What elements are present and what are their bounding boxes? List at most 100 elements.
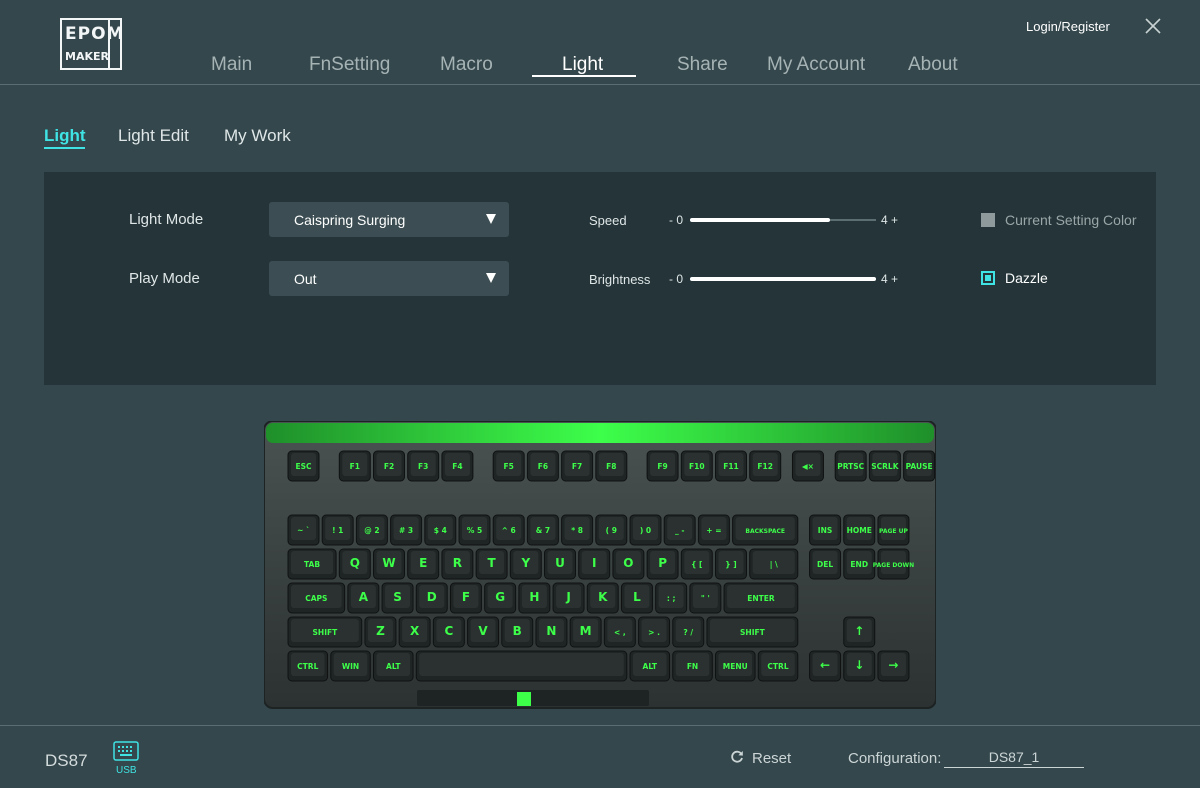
keyboard-key: > .: [638, 616, 671, 648]
key-label: P: [658, 556, 667, 570]
keyboard-key: % 5: [458, 514, 491, 546]
key-label: O: [623, 556, 633, 570]
key-label: ) 0: [640, 526, 651, 535]
key-label: ESC: [295, 462, 312, 471]
keyboard-key: < ,: [603, 616, 636, 648]
key-label: INS: [818, 526, 832, 535]
key-label: FN: [687, 662, 698, 671]
keyboard-key: F8: [595, 450, 628, 482]
subtab-light[interactable]: Light: [44, 126, 86, 146]
keyboard-key: J: [552, 582, 585, 614]
keyboard-key: I: [578, 548, 611, 580]
configuration-field[interactable]: DS87_1: [944, 747, 1084, 768]
keyboard-key: INS: [809, 514, 842, 546]
key-label: S: [393, 590, 402, 604]
key-label: F: [462, 590, 470, 604]
nav-light[interactable]: Light: [562, 54, 603, 76]
keyboard-key: F3: [407, 450, 440, 482]
nav-my-account[interactable]: My Account: [767, 54, 865, 76]
keyboard-key: CTRL: [287, 650, 329, 682]
keyboard-key: U: [544, 548, 576, 580]
keyboard-key: H: [518, 582, 551, 614]
keyboard-key: R: [441, 548, 474, 580]
keyboard-key: F5: [492, 450, 525, 482]
logo-text-2: MAKER: [65, 50, 109, 63]
active-nav-indicator: [532, 75, 636, 77]
dropdown-arrow-icon: [486, 214, 496, 224]
nav-macro[interactable]: Macro: [440, 54, 493, 76]
key-label: & 7: [536, 526, 550, 535]
keyboard-key: ( 9: [595, 514, 628, 546]
speed-decrease[interactable]: - 0: [669, 213, 683, 227]
key-label: _ -: [675, 526, 684, 535]
subtab-my-work[interactable]: My Work: [224, 126, 291, 146]
usb-label: USB: [116, 765, 137, 776]
reset-button[interactable]: Reset: [752, 750, 791, 767]
speed-increase[interactable]: 4 +: [881, 213, 898, 227]
keyboard-key: S: [381, 582, 414, 614]
keyboard-key: F1: [338, 450, 371, 482]
keyboard-key: @ 2: [355, 514, 388, 546]
key-label: R: [453, 556, 462, 570]
speed-slider[interactable]: [690, 218, 876, 222]
brightness-label: Brightness: [589, 272, 651, 287]
keyboard-key: ↑: [843, 616, 876, 648]
keyboard-key: DEL: [809, 548, 842, 580]
brightness-increase[interactable]: 4 +: [881, 272, 898, 286]
keyboard-key: _ -: [663, 514, 696, 546]
keyboard-key: N: [535, 616, 568, 648]
key-label: Z: [376, 624, 385, 638]
keyboard-key: | \: [749, 548, 799, 580]
light-settings-panel: Light Mode Caispring Surging Play Mode O…: [44, 172, 1156, 385]
keyboard-key: # 3: [390, 514, 423, 546]
keyboard-key: HOME: [843, 514, 876, 546]
keyboard-key: $ 4: [424, 514, 457, 546]
key-label: PAGE DOWN: [873, 562, 914, 569]
key-label: F10: [689, 462, 705, 471]
key-label: E: [419, 556, 427, 570]
nav-about[interactable]: About: [908, 54, 958, 76]
keyboard-key: F: [449, 582, 482, 614]
key-label: F11: [723, 462, 739, 471]
led-strip: [266, 423, 934, 443]
key-label: HOME: [847, 526, 872, 535]
nav-fnsetting[interactable]: FnSetting: [309, 54, 390, 76]
keyboard-usb-icon[interactable]: [113, 741, 139, 761]
current-setting-color-checkbox[interactable]: [981, 213, 995, 227]
subtab-light-edit[interactable]: Light Edit: [118, 126, 189, 146]
key-label: MENU: [723, 662, 748, 671]
key-label: ↓: [854, 658, 864, 672]
keyboard-key: ) 0: [629, 514, 662, 546]
dazzle-checkbox[interactable]: [981, 271, 995, 285]
keyboard-key: [415, 650, 628, 682]
key-label: ( 9: [606, 526, 617, 535]
key-label: PRTSC: [837, 462, 864, 471]
keyboard-key: E: [407, 548, 440, 580]
login-register-link[interactable]: Login/Register: [1026, 19, 1110, 34]
key-label: ~ `: [297, 526, 310, 535]
key-label: G: [495, 590, 505, 604]
key-label: SCRLK: [871, 462, 899, 471]
keyboard-key: CTRL: [757, 650, 799, 682]
logo-m-mark: [108, 18, 122, 70]
bottom-slot: [417, 690, 649, 706]
current-setting-color-label: Current Setting Color: [1005, 212, 1137, 228]
brightness-decrease[interactable]: - 0: [669, 272, 683, 286]
nav-main[interactable]: Main: [211, 54, 252, 76]
key-label: H: [529, 590, 539, 604]
reset-icon[interactable]: [730, 750, 744, 764]
keyboard-key: ◀×: [791, 450, 824, 482]
nav-share[interactable]: Share: [677, 54, 728, 76]
brightness-slider[interactable]: [690, 277, 876, 281]
light-mode-select[interactable]: Caispring Surging: [269, 202, 509, 237]
key-label: { [: [691, 560, 702, 569]
play-mode-select[interactable]: Out: [269, 261, 509, 296]
key-label: CTRL: [297, 662, 318, 671]
keyboard-key: D: [415, 582, 448, 614]
keyboard-key: FN: [672, 650, 713, 682]
keyboard-key: →: [877, 650, 910, 682]
key-label: F4: [452, 462, 462, 471]
close-icon[interactable]: [1144, 17, 1162, 35]
key-label: BACKSPACE: [745, 528, 785, 535]
keyboard-key: L: [620, 582, 653, 614]
